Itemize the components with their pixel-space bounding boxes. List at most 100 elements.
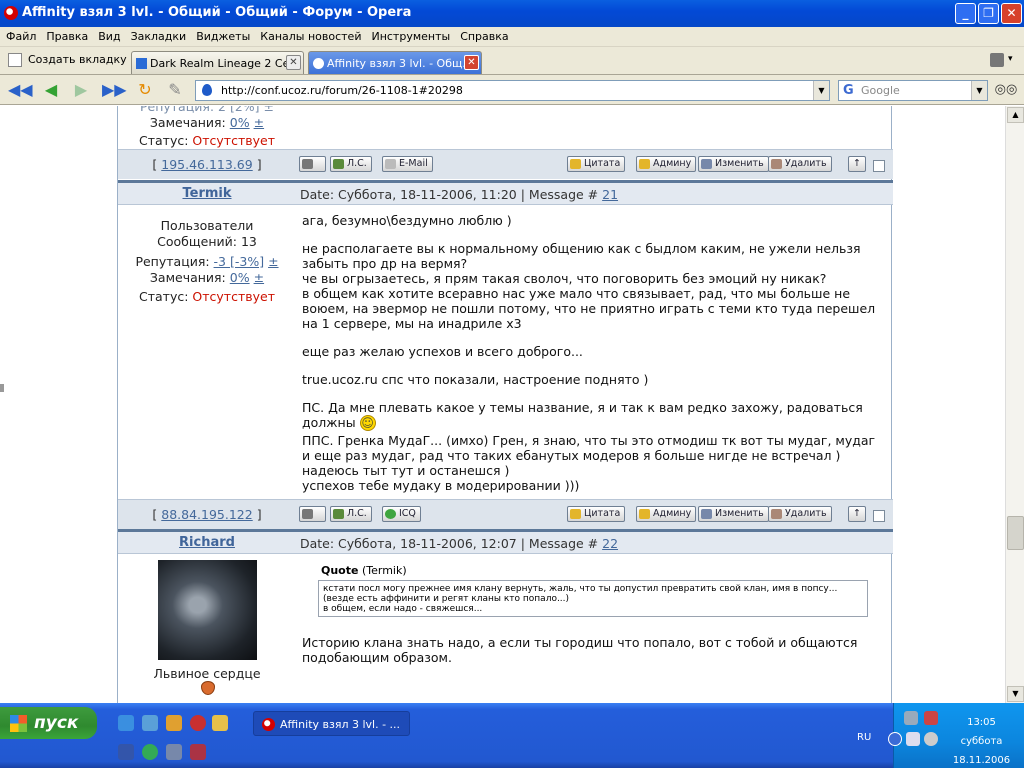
scroll-thumb[interactable] [1007,516,1024,550]
panel-toggle-icon[interactable] [0,384,4,392]
quote-block: Quote (Termik) кстати посл могу прежнее … [318,564,868,617]
volume-icon[interactable] [906,732,920,746]
delete-button[interactable]: Удалить [768,506,832,522]
reputation-link[interactable]: -3 [-3%] [214,254,265,269]
forum-table: Репутация: 2 [2%] ± Замечания: 0% ± Стат… [117,106,893,703]
quote-button[interactable]: Цитата [567,506,626,522]
remarks-link[interactable]: 0% [230,270,250,285]
trash-dropdown-icon[interactable]: ▾ [1008,54,1013,64]
menu-feeds[interactable]: Каналы новостей [254,27,365,43]
menu-bookmarks[interactable]: Закладки [125,27,191,43]
user-remarks: Замечания: 0% ± [149,270,265,285]
save-icon[interactable] [118,744,134,760]
pm-button[interactable]: Л.С. [330,156,372,172]
tab-close-icon[interactable]: ✕ [286,55,301,70]
site-icon [202,84,212,96]
user-message-count: Сообщений: 13 [157,234,257,249]
post-ip: [ 88.84.195.122 ] [152,507,262,522]
scroll-down-icon[interactable]: ▼ [1007,686,1024,702]
search-field[interactable]: G Google ▼ [838,80,988,101]
rewind-icon[interactable]: ◀◀ [8,81,33,99]
menu-widgets[interactable]: Виджеты [190,27,254,43]
ie-icon[interactable] [118,715,134,731]
post-paragraph: не располагаете вы к нормальному общению… [302,241,876,331]
post-author[interactable]: Richard [118,535,296,550]
reputation-pm[interactable]: ± [268,254,278,269]
new-tab-button[interactable]: Создать вкладку [8,53,127,67]
edit-button[interactable]: Изменить [698,156,769,172]
back-icon[interactable]: ◀ [40,81,62,99]
tab-close-icon[interactable]: ✕ [464,55,479,70]
clock-date: 18.11.2006 [952,755,1011,766]
ip-link[interactable]: 88.84.195.122 [161,507,252,522]
connection-icon[interactable] [924,732,938,746]
tray-expand-icon[interactable] [888,732,902,746]
post-paragraph: еще раз желаю успехов и всего доброго... [302,344,583,359]
clock[interactable]: 13:05 суббота 18.11.2006 [944,713,1019,770]
menu-edit[interactable]: Правка [40,27,92,43]
delete-button[interactable]: Удалить [768,156,832,172]
email-button[interactable]: E-Mail [382,156,433,172]
prev-status: Статус: Отсутствует [139,133,275,148]
prev-remarks-pm[interactable]: ± [254,115,264,130]
tool-icon[interactable] [166,744,182,760]
app-icon[interactable] [212,715,228,731]
tab-affinity[interactable]: Affinity взял 3 lvl. - Общ... ✕ [308,51,482,74]
outlook-icon[interactable] [142,715,158,731]
message-number-link[interactable]: 22 [602,536,618,551]
opera-quick-icon[interactable] [190,715,206,731]
close-button[interactable]: ✕ [1001,3,1022,24]
select-checkbox[interactable] [873,160,885,172]
pm-button[interactable]: Л.С. [330,506,372,522]
network-icon[interactable] [904,711,918,725]
page-icon [136,58,147,69]
address-text: http://conf.ucoz.ru/forum/26-1108-1#2029… [221,84,463,97]
message-number-link[interactable]: 21 [602,187,618,202]
menu-view[interactable]: Вид [92,27,124,43]
top-button[interactable]: ↑ [848,156,866,172]
minimize-button[interactable]: _ [955,3,976,24]
icq-button[interactable]: ICQ [382,506,421,522]
profile-button[interactable] [299,156,326,172]
top-button[interactable]: ↑ [848,506,866,522]
globe-icon[interactable] [142,744,158,760]
prev-remarks-link[interactable]: 0% [230,115,250,130]
fast-forward-icon[interactable]: ▶▶ [102,81,127,99]
admin-button[interactable]: Админу [636,506,697,522]
post-paragraph: ППС. Гренка МудаГ... (имхо) Грен, я знаю… [302,433,876,493]
glasses-icon[interactable]: ◎◎ [992,81,1020,99]
menu-tools[interactable]: Инструменты [365,27,454,43]
admin-button[interactable]: Админу [636,156,697,172]
select-checkbox[interactable] [873,510,885,522]
tab-dark-realm[interactable]: Dark Realm Lineage 2 Се... ✕ [131,51,304,74]
post-author[interactable]: Termik [118,186,296,201]
post-header: Richard Date: Суббота, 18-11-2006, 12:07… [118,529,893,554]
edit-icon[interactable]: ✎ [164,81,186,99]
prev-ip-link[interactable]: 195.46.113.69 [161,157,252,172]
menu-file[interactable]: Файл [0,27,40,43]
edit-button[interactable]: Изменить [698,506,769,522]
windows-logo-icon [10,715,27,732]
reload-icon[interactable]: ↻ [134,81,156,99]
address-bar[interactable]: http://conf.ucoz.ru/forum/26-1108-1#2029… [195,80,830,101]
forward-icon[interactable]: ▶ [70,81,92,99]
maximize-button[interactable]: ❐ [978,3,999,24]
remarks-pm[interactable]: ± [254,270,264,285]
prev-remarks: Замечания: 0% ± [149,115,265,130]
profile-button[interactable] [299,506,326,522]
address-dropdown-icon[interactable]: ▼ [813,81,829,100]
menu-help[interactable]: Справка [454,27,512,43]
quote-button[interactable]: Цитата [567,156,626,172]
language-indicator[interactable]: RU [857,732,871,743]
prev-user-info: Репутация: 2 [2%] ± Замечания: 0% ± Стат… [118,106,296,149]
trash-icon[interactable] [990,53,1004,67]
vertical-scrollbar[interactable]: ▲ ▼ [1005,106,1024,703]
media-icon[interactable] [190,744,206,760]
taskbar-item-opera[interactable]: Affinity взял 3 lvl. - ... [253,711,410,736]
start-button[interactable]: пуск [0,707,97,739]
launch-icon[interactable] [166,715,182,731]
post-paragraph-with-smiley: ПС. Да мне плевать какое у темы название… [302,400,863,431]
search-dropdown-icon[interactable]: ▼ [971,81,987,100]
antivirus-icon[interactable] [924,711,938,725]
scroll-up-icon[interactable]: ▲ [1007,107,1024,123]
